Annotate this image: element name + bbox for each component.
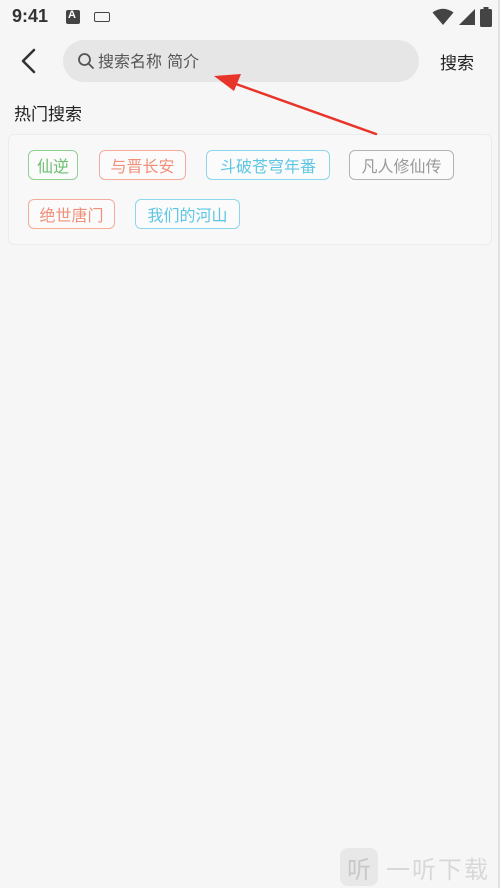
cellular-signal-icon [459,9,475,25]
search-bar[interactable] [63,40,419,82]
hot-search-tag[interactable]: 仙逆 [28,150,78,180]
wifi-icon [432,8,454,25]
tag-label: 我们的河山 [147,206,228,225]
tag-label: 仙逆 [36,157,69,176]
hot-search-tag[interactable]: 斗破苍穹年番 [206,150,330,180]
hot-search-title: 热门搜索 [14,105,82,125]
search-input[interactable] [98,51,398,71]
status-bar: 9:41 [0,0,500,34]
keyboard-icon [94,12,110,22]
watermark-logo: 听 [340,848,378,886]
back-button[interactable] [14,46,44,76]
status-right-icons [432,6,492,28]
watermark-text: 一听下载 [386,855,490,884]
search-button[interactable]: 搜索 [440,49,474,74]
tag-label: 绝世唐门 [39,206,104,225]
search-icon [76,51,96,71]
status-time: 9:41 [12,6,49,26]
chevron-left-icon [21,48,36,74]
watermark: 听 一听下载 [340,846,500,888]
hot-search-tag[interactable]: 与晋长安 [99,150,186,180]
tag-label: 凡人修仙传 [361,157,442,176]
battery-icon [480,7,492,27]
hot-search-tag[interactable]: 我们的河山 [135,199,240,229]
tag-label: 与晋长安 [110,157,175,176]
hot-search-panel: 仙逆 与晋长安 斗破苍穹年番 凡人修仙传 绝世唐门 我们的河山 [8,134,492,245]
tag-label: 斗破苍穹年番 [219,157,316,176]
accessibility-icon [66,9,80,24]
hot-search-tag[interactable]: 凡人修仙传 [349,150,454,180]
hot-search-tag[interactable]: 绝世唐门 [28,199,115,229]
